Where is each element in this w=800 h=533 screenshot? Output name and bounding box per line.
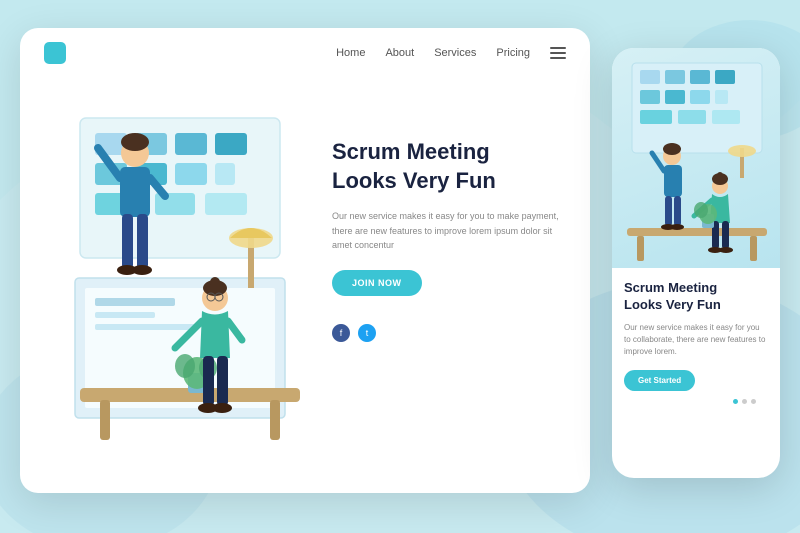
twitter-icon[interactable]: t <box>358 324 376 342</box>
dot-3 <box>751 399 756 404</box>
nav-about[interactable]: About <box>385 47 414 59</box>
nav-pricing[interactable]: Pricing <box>496 47 530 59</box>
desktop-content: Scrum MeetingLooks Very Fun Our new serv… <box>332 138 562 342</box>
hamburger-line-2 <box>550 52 566 54</box>
mobile-content: Scrum MeetingLooks Very Fun Our new serv… <box>612 268 780 414</box>
nav-home[interactable]: Home <box>336 47 365 59</box>
desktop-card: Home About Services Pricing <box>20 28 590 493</box>
pagination-dots <box>624 391 768 404</box>
get-started-button[interactable]: Get Started <box>624 370 695 391</box>
join-now-button[interactable]: JOIN NOW <box>332 270 422 296</box>
desktop-illustration <box>20 78 320 478</box>
mobile-illustration <box>612 48 780 268</box>
hamburger-menu[interactable] <box>550 47 566 59</box>
hamburger-line-1 <box>550 47 566 49</box>
mobile-card: Scrum MeetingLooks Very Fun Our new serv… <box>612 48 780 478</box>
facebook-icon[interactable]: f <box>332 324 350 342</box>
mobile-title: Scrum MeetingLooks Very Fun <box>624 280 768 314</box>
social-links: f t <box>332 324 562 342</box>
desktop-description: Our new service makes it easy for you to… <box>332 209 562 252</box>
dot-1 <box>733 399 738 404</box>
mobile-description: Our new service makes it easy for you to… <box>624 322 768 358</box>
logo[interactable] <box>44 42 66 64</box>
navbar: Home About Services Pricing <box>20 28 590 78</box>
desktop-title: Scrum MeetingLooks Very Fun <box>332 138 562 195</box>
nav-links: Home About Services Pricing <box>336 47 530 59</box>
dot-2 <box>742 399 747 404</box>
nav-services[interactable]: Services <box>434 47 476 59</box>
hamburger-line-3 <box>550 57 566 59</box>
